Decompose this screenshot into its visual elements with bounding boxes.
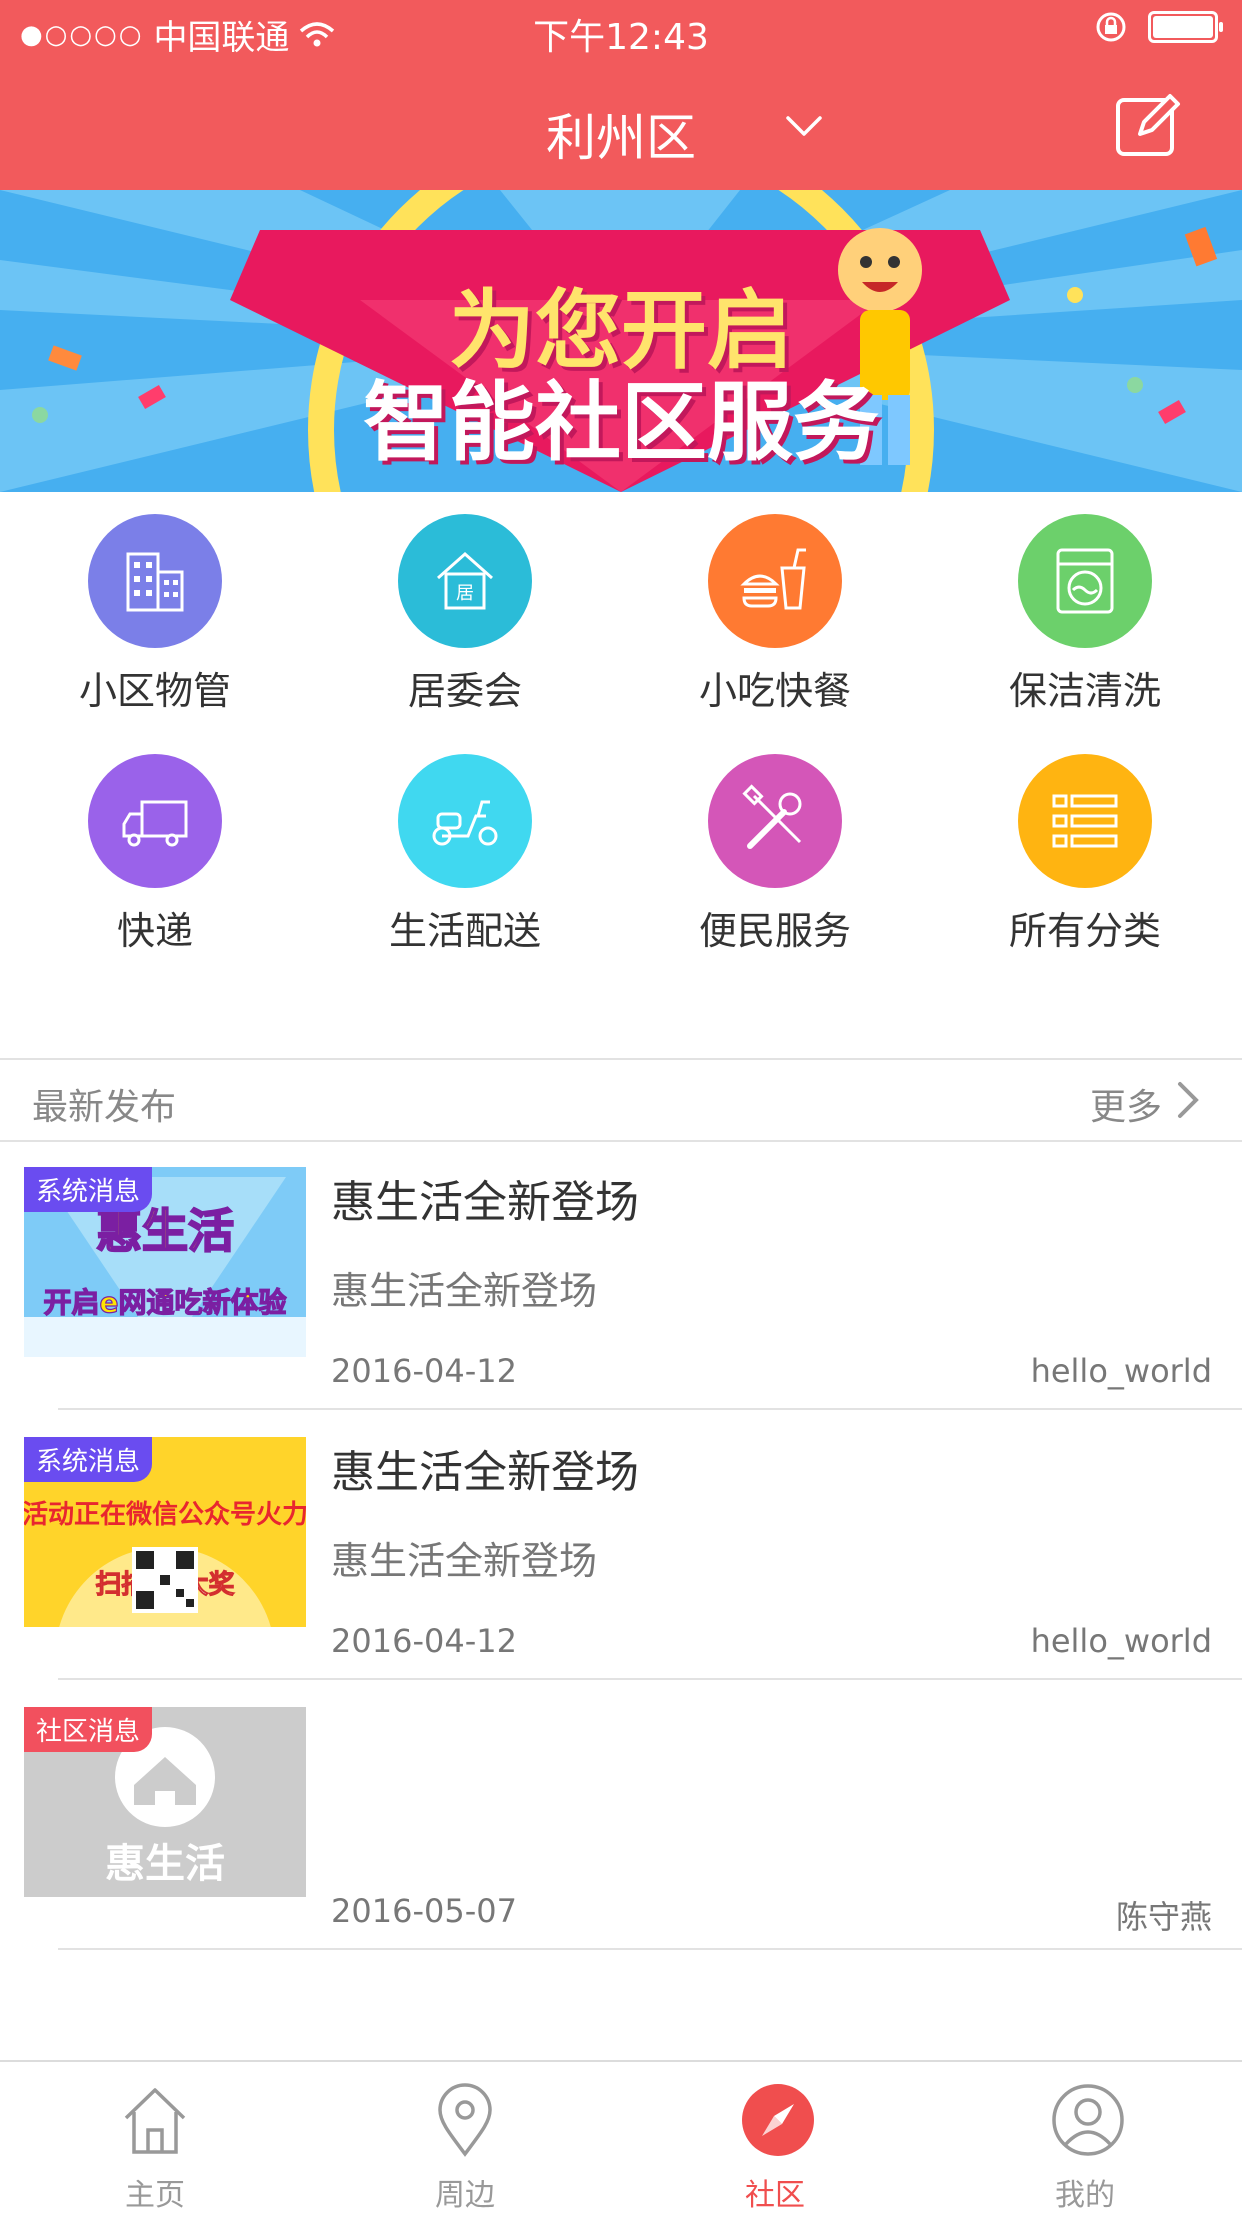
tab-label: 社区 — [745, 2178, 805, 2213]
category-icon-circle — [88, 754, 222, 888]
location-pin-icon — [438, 2083, 492, 2157]
battery-icon — [1148, 11, 1223, 43]
tab-home[interactable]: 主页 — [0, 2062, 310, 2213]
thumbnail-text: 惠生活 — [96, 1204, 234, 1258]
scooter-icon — [432, 800, 498, 846]
rotation-lock-icon — [1096, 12, 1126, 42]
status-time: 下午12:43 — [533, 17, 709, 58]
title-bar: 利州区 — [0, 62, 1242, 190]
banner-line2: 智能社区服务 — [363, 373, 879, 473]
category-express[interactable]: 快递 — [0, 732, 310, 953]
tab-mine[interactable]: 我的 — [930, 2062, 1240, 2213]
tab-label: 我的 — [1055, 2178, 1115, 2213]
category-fast-food[interactable]: 小吃快餐 — [620, 492, 930, 713]
category-label: 小吃快餐 — [698, 669, 851, 713]
category-cleaning[interactable]: 保洁清洗 — [930, 492, 1240, 713]
item-author: hello_world — [1030, 1622, 1212, 1660]
category-label: 小区物管 — [78, 669, 231, 713]
washing-machine-icon — [1056, 548, 1114, 614]
list-item[interactable]: 惠生活 社区消息 2016-05-07 陈守燕 — [0, 1680, 1242, 1950]
category-icon-circle: 居 — [398, 514, 532, 648]
category-all[interactable]: 所有分类 — [930, 732, 1240, 953]
house-icon: 居 — [437, 551, 493, 610]
item-date: 2016-05-07 — [331, 1892, 517, 1930]
item-date: 2016-04-12 — [331, 1352, 517, 1390]
promo-banner[interactable]: 为您开启 智能社区服务 — [0, 190, 1242, 492]
list-item[interactable]: 活动正在微信公众号火力 扫描 赢大奖 系统消息 惠生活全新登场 惠生活全新登场 … — [0, 1410, 1242, 1680]
status-bar: ●○○○○ 中国联通 下午12:43 — [0, 0, 1242, 62]
category-icon-circle — [708, 514, 842, 648]
tab-label: 周边 — [435, 2178, 495, 2213]
fast-food-icon — [740, 548, 806, 610]
category-icon-circle — [708, 754, 842, 888]
tab-label: 主页 — [125, 2178, 185, 2213]
item-thumbnail: 惠生活 开启e网通吃新体验 系统消息 — [24, 1167, 306, 1357]
category-property-management[interactable]: 小区物管 — [0, 492, 310, 713]
thumbnail-text: 惠生活 — [105, 1841, 225, 1887]
edit-icon[interactable] — [1114, 90, 1184, 160]
tab-community[interactable]: 社区 — [620, 2062, 930, 2213]
category-grid: 小区物管 居 居委会 小吃快餐 保洁清洗 快递 生活配送 便民服务 所有分类 — [0, 492, 1242, 1060]
item-subtitle: 惠生活全新登场 — [331, 1269, 598, 1313]
divider — [58, 1948, 1242, 1950]
tools-icon — [742, 784, 802, 849]
item-thumbnail: 活动正在微信公众号火力 扫描 赢大奖 系统消息 — [24, 1437, 306, 1627]
thumbnail-text: 开启e网通吃新体验 — [44, 1286, 287, 1319]
user-icon — [1052, 2084, 1124, 2156]
item-author: hello_world — [1030, 1352, 1212, 1390]
list-icon — [1052, 794, 1118, 848]
category-icon-circle — [88, 514, 222, 648]
item-thumbnail: 惠生活 社区消息 — [24, 1707, 306, 1897]
building-icon — [126, 552, 184, 612]
latest-section-header: 最新发布 更多 — [0, 1058, 1242, 1142]
section-title: 最新发布 — [32, 1087, 177, 1128]
home-icon — [124, 2088, 186, 2154]
tag-badge: 系统消息 — [24, 1437, 153, 1482]
more-link[interactable]: 更多 — [1090, 1078, 1162, 1130]
category-label: 居委会 — [407, 669, 522, 713]
svg-text:居: 居 — [456, 583, 474, 604]
list-item[interactable]: 惠生活 开启e网通吃新体验 系统消息 惠生活全新登场 惠生活全新登场 2016-… — [0, 1140, 1242, 1410]
tag-badge: 系统消息 — [24, 1167, 153, 1212]
category-label: 快递 — [116, 909, 193, 953]
category-icon-circle — [1018, 754, 1152, 888]
tag-badge: 社区消息 — [24, 1707, 153, 1752]
item-title: 惠生活全新登场 — [331, 1447, 639, 1498]
category-label: 生活配送 — [388, 909, 541, 953]
category-label: 保洁清洗 — [1008, 669, 1161, 713]
category-neighborhood-committee[interactable]: 居 居委会 — [310, 492, 620, 713]
category-convenience-services[interactable]: 便民服务 — [620, 732, 930, 953]
item-date: 2016-04-12 — [331, 1622, 517, 1660]
truck-icon — [122, 800, 188, 847]
item-title: 惠生活全新登场 — [331, 1177, 639, 1228]
category-label: 所有分类 — [1008, 909, 1161, 953]
item-author: 陈守燕 — [1115, 1898, 1212, 1936]
item-subtitle: 惠生活全新登场 — [331, 1539, 598, 1583]
tab-bar: 主页 周边 社区 我的 — [0, 2060, 1242, 2213]
compass-icon — [742, 2084, 814, 2156]
thumbnail-text: 活动正在微信公众号火力 — [24, 1499, 306, 1530]
category-icon-circle — [1018, 514, 1152, 648]
category-delivery[interactable]: 生活配送 — [310, 732, 620, 953]
chevron-right-icon[interactable] — [1176, 1080, 1202, 1120]
district-title[interactable]: 利州区 — [0, 98, 1242, 170]
tab-nearby[interactable]: 周边 — [310, 2062, 620, 2213]
category-icon-circle — [398, 754, 532, 888]
header: ●○○○○ 中国联通 下午12:43 利州区 — [0, 0, 1242, 190]
chevron-down-icon[interactable] — [784, 106, 824, 146]
category-label: 便民服务 — [698, 909, 851, 953]
